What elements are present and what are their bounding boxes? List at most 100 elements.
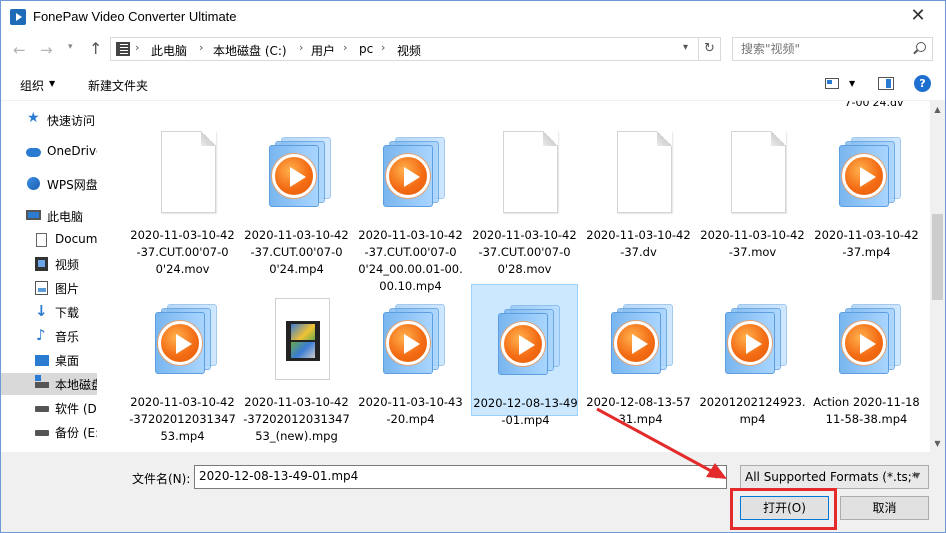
sidebar-item-this-pc[interactable]: 此电脑 bbox=[1, 205, 97, 227]
filename-input[interactable]: 2020-12-08-13-49-01.mp4 bbox=[194, 465, 727, 489]
preview-pane-icon[interactable] bbox=[878, 77, 894, 90]
command-toolbar: 组织 ▼ 新建文件夹 ▼ ? bbox=[1, 69, 945, 101]
sidebar-item-desktop[interactable]: 桌面 bbox=[1, 349, 97, 371]
file-item[interactable]: 2020-11-03-10-42-3720201203134753.mp4 bbox=[129, 284, 236, 443]
media-player-icon bbox=[719, 298, 789, 380]
sidebar-item-drive-c[interactable]: 本地磁盘 (C:) bbox=[1, 373, 97, 395]
view-mode-icon[interactable] bbox=[825, 78, 839, 89]
media-player-icon bbox=[492, 299, 562, 381]
file-item[interactable]: 2020-11-03-10-42-37.mov bbox=[699, 117, 806, 259]
filename-history-chevron-icon[interactable]: ▼ bbox=[713, 471, 719, 480]
breadcrumb-separator[interactable]: › bbox=[135, 41, 139, 54]
scrollbar-thumb[interactable] bbox=[932, 214, 943, 300]
file-item[interactable]: 2020-11-03-10-42-37.CUT.00'07-00'24.mov bbox=[129, 117, 236, 276]
annotation-highlight-box bbox=[730, 488, 837, 530]
scroll-up-icon[interactable]: ▲ bbox=[930, 101, 945, 118]
sidebar-item-drive-d[interactable]: 软件 (D:) bbox=[1, 397, 97, 419]
file-item[interactable]: 2020-11-03-10-42-37.CUT.00'07-00'28.mov bbox=[471, 117, 578, 276]
breadcrumb-pc[interactable]: pc bbox=[359, 42, 373, 56]
file-name: 2020-11-03-10-42-37.CUT.00'07-00'24.mov bbox=[130, 228, 235, 276]
sidebar-item-label: 快速访问 bbox=[47, 114, 96, 128]
partial-file-name[interactable]: 7-00'24.dv bbox=[834, 101, 914, 109]
file-item[interactable]: 2020-12-08-13-57-31.mp4 bbox=[585, 284, 692, 426]
search-box[interactable] bbox=[732, 37, 933, 61]
address-history-chevron-icon[interactable]: ▾ bbox=[683, 42, 688, 53]
star-icon: ★ bbox=[27, 110, 40, 126]
video-folder-icon bbox=[116, 42, 130, 56]
file-name: 2020-11-03-10-42-3720201203134753.mp4 bbox=[129, 395, 236, 443]
sidebar-item-documents[interactable]: Documents bbox=[1, 229, 97, 251]
file-name: 2020-11-03-10-42-37.CUT.00'07-00'24.mp4 bbox=[244, 228, 349, 276]
sidebar-item-label: 本地磁盘 (C:) bbox=[55, 378, 97, 392]
refresh-icon[interactable]: ↻ bbox=[699, 37, 721, 61]
back-arrow-icon[interactable]: ← bbox=[13, 41, 26, 59]
file-item[interactable]: 2020-11-03-10-42-37.mp4 bbox=[813, 117, 920, 259]
media-player-icon bbox=[833, 131, 903, 213]
recent-locations-chevron-icon[interactable]: ▾ bbox=[68, 42, 73, 52]
sidebar-item-label: 下载 bbox=[55, 306, 80, 320]
sidebar-item-videos[interactable]: 视频 bbox=[1, 253, 97, 275]
file-item[interactable]: 2020-11-03-10-42-37.CUT.00'07-00'24_00.0… bbox=[357, 117, 464, 293]
sidebar-item-onedrive[interactable]: OneDrive bbox=[1, 141, 97, 163]
sidebar-item-wps[interactable]: WPS网盘 bbox=[1, 173, 97, 195]
document-icon bbox=[36, 233, 47, 247]
view-mode-dropdown-icon[interactable]: ▼ bbox=[849, 79, 855, 88]
download-icon: ↓ bbox=[35, 302, 48, 320]
search-input[interactable] bbox=[741, 42, 901, 56]
blank-file-icon bbox=[149, 131, 219, 213]
media-player-icon bbox=[377, 298, 447, 380]
sidebar-item-downloads[interactable]: ↓ 下载 bbox=[1, 301, 97, 323]
sidebar-item-quick-access[interactable]: ★ 快速访问 bbox=[1, 109, 97, 131]
breadcrumb-users[interactable]: 用户 bbox=[311, 42, 335, 59]
file-type-select[interactable]: All Supported Formats (*.ts;* bbox=[740, 465, 929, 489]
organize-dropdown-icon[interactable]: ▼ bbox=[49, 79, 55, 88]
close-button[interactable]: ✕ bbox=[895, 1, 941, 31]
help-icon[interactable]: ? bbox=[914, 75, 931, 92]
sidebar-item-drive-e[interactable]: 备份 (E:) bbox=[1, 421, 97, 443]
blank-file-icon bbox=[719, 131, 789, 213]
organize-button[interactable]: 组织 bbox=[20, 77, 44, 94]
forward-arrow-icon[interactable]: → bbox=[40, 41, 53, 59]
up-arrow-icon[interactable]: ↑ bbox=[89, 39, 102, 58]
breadcrumb-separator[interactable]: › bbox=[381, 41, 385, 54]
breadcrumb-separator[interactable]: › bbox=[299, 41, 303, 54]
breadcrumb-separator[interactable]: › bbox=[343, 41, 347, 54]
drive-icon bbox=[35, 406, 49, 412]
file-item[interactable]: 2020-11-03-10-43-20.mp4 bbox=[357, 284, 464, 426]
breadcrumb-separator[interactable]: › bbox=[199, 41, 203, 54]
window-title: FonePaw Video Converter Ultimate bbox=[33, 9, 237, 24]
file-item[interactable]: 20201202124923.mp4 bbox=[699, 284, 806, 426]
breadcrumb-videos[interactable]: 视频 bbox=[397, 42, 421, 59]
blank-file-icon bbox=[491, 131, 561, 213]
media-player-icon bbox=[263, 131, 333, 213]
breadcrumb-drive-c[interactable]: 本地磁盘 (C:) bbox=[213, 42, 287, 59]
sidebar-item-pictures[interactable]: 图片 bbox=[1, 277, 97, 299]
scroll-down-icon[interactable]: ▼ bbox=[930, 435, 945, 452]
navigation-row: ← → ▾ ↑ › 此电脑 › 本地磁盘 (C:) › 用户 › pc › 视频… bbox=[1, 35, 945, 65]
file-name: 2020-12-08-13-57-31.mp4 bbox=[586, 395, 691, 426]
file-open-dialog: FonePaw Video Converter Ultimate ✕ ← → ▾… bbox=[0, 0, 946, 533]
media-player-icon bbox=[833, 298, 903, 380]
file-item[interactable]: 2020-12-08-13-49-01.mp4 bbox=[471, 284, 578, 427]
film-file-icon bbox=[263, 298, 333, 380]
file-type-chevron-icon[interactable]: ▼ bbox=[914, 471, 920, 480]
file-name: 2020-11-03-10-42-3720201203134753_(new).… bbox=[243, 395, 350, 443]
cloud-icon bbox=[26, 148, 41, 157]
file-item[interactable]: 2020-11-03-10-42-37.CUT.00'07-00'24.mp4 bbox=[243, 117, 350, 276]
music-icon: ♪ bbox=[36, 326, 46, 344]
system-drive-icon bbox=[35, 375, 49, 388]
file-item[interactable]: Action 2020-11-18 11-58-38.mp4 bbox=[813, 284, 920, 426]
computer-icon bbox=[26, 210, 41, 220]
file-item[interactable]: 2020-11-03-10-42-3720201203134753_(new).… bbox=[243, 284, 350, 443]
new-folder-button[interactable]: 新建文件夹 bbox=[88, 77, 148, 94]
sidebar-item-label: 音乐 bbox=[55, 330, 80, 344]
title-bar: FonePaw Video Converter Ultimate ✕ bbox=[1, 1, 945, 32]
breadcrumb-this-pc[interactable]: 此电脑 bbox=[151, 42, 187, 59]
file-item[interactable]: 2020-11-03-10-42-37.dv bbox=[585, 117, 692, 259]
sidebar-item-label: 桌面 bbox=[55, 354, 80, 368]
cancel-button[interactable]: 取消 bbox=[840, 496, 929, 520]
media-player-icon bbox=[377, 131, 447, 213]
address-bar[interactable]: › 此电脑 › 本地磁盘 (C:) › 用户 › pc › 视频 ▾ bbox=[110, 37, 699, 61]
sidebar-item-music[interactable]: ♪ 音乐 bbox=[1, 325, 97, 347]
vertical-scrollbar[interactable]: ▲ ▼ bbox=[930, 101, 945, 452]
